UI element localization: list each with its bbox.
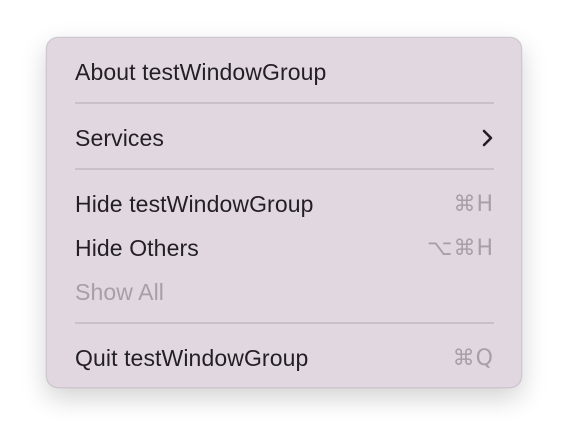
menu-item-hide-others-label: Hide Others <box>75 234 199 261</box>
menu-item-hide-shortcut: ⌘H <box>453 191 494 217</box>
menu-separator <box>75 322 494 324</box>
menu-item-show-all: Show All <box>75 272 494 312</box>
menu-item-hide[interactable]: Hide testWindowGroup ⌘H <box>75 184 494 224</box>
menu-item-quit-label: Quit testWindowGroup <box>75 344 309 371</box>
menu-separator <box>75 102 494 104</box>
menu-item-hide-others-shortcut: ⌥⌘H <box>427 235 494 261</box>
menu-item-quit[interactable]: Quit testWindowGroup ⌘Q <box>75 338 494 378</box>
menu-item-show-all-label: Show All <box>75 278 165 305</box>
menu-separator <box>75 168 494 170</box>
menu-item-quit-shortcut: ⌘Q <box>452 345 494 371</box>
menu-item-hide-others[interactable]: Hide Others ⌥⌘H <box>75 228 494 268</box>
menu-item-services-label: Services <box>75 124 164 151</box>
menu-item-services[interactable]: Services <box>75 118 494 158</box>
app-menu: About testWindowGroup Services Hide test… <box>46 37 522 388</box>
menu-item-hide-label: Hide testWindowGroup <box>75 190 314 217</box>
chevron-right-icon <box>482 129 494 147</box>
menu-item-about-label: About testWindowGroup <box>75 58 327 85</box>
menu-item-about[interactable]: About testWindowGroup <box>75 52 494 92</box>
